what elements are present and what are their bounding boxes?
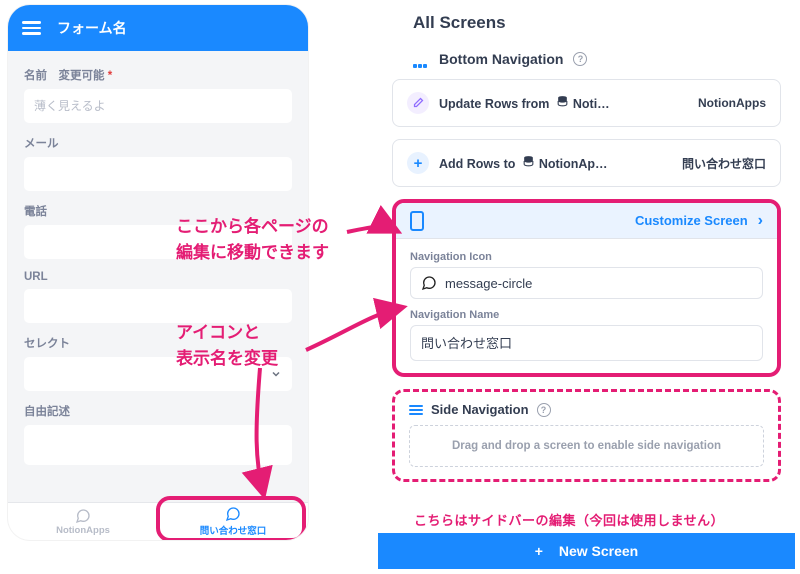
pencil-icon bbox=[407, 92, 429, 114]
mobile-preview-pane: フォーム名 名前 変更可能 * メール 電話 URL セレクト bbox=[8, 5, 308, 540]
annotation-text-1: ここから各ページの 編集に移動できます bbox=[176, 214, 329, 265]
nav-icon-input[interactable]: message-circle bbox=[410, 267, 763, 299]
mobile-title: フォーム名 bbox=[57, 18, 127, 38]
field-name: 名前 変更可能 * bbox=[24, 67, 292, 123]
label-name: 名前 変更可能 bbox=[24, 70, 105, 82]
all-screens-title: All Screens bbox=[413, 13, 795, 33]
label-freetext: 自由記述 bbox=[24, 403, 292, 419]
mail-input[interactable] bbox=[24, 157, 292, 191]
form-area: 名前 変更可能 * メール 電話 URL セレクト bbox=[8, 51, 308, 503]
section-bottom-navigation: Bottom Navigation ? bbox=[413, 51, 795, 67]
annotation-highlight-bottom-tab bbox=[156, 496, 306, 540]
message-circle-icon bbox=[75, 508, 91, 524]
database-icon bbox=[522, 155, 535, 168]
nav-icon-label: Navigation Icon bbox=[410, 251, 763, 263]
customize-screen-link[interactable]: Customize Screen › bbox=[396, 203, 777, 239]
freetext-input[interactable] bbox=[24, 425, 292, 465]
chevron-right-icon: › bbox=[758, 212, 763, 230]
nav-name-label: Navigation Name bbox=[410, 309, 763, 321]
annotation-text-2: アイコンと 表示名を変更 bbox=[176, 320, 278, 371]
required-mark: * bbox=[108, 70, 112, 82]
help-icon[interactable]: ? bbox=[537, 403, 551, 417]
annotation-sidebars-note: こちらはサイドバーの編集（今回は使用しません） bbox=[414, 510, 724, 529]
card-update-rows[interactable]: Update Rows from Noti… NotionApps bbox=[392, 79, 781, 127]
help-icon[interactable]: ? bbox=[573, 52, 587, 66]
database-icon bbox=[556, 95, 569, 108]
bottom-nav-dots-icon bbox=[413, 55, 429, 63]
label-mail: メール bbox=[24, 135, 292, 151]
card-add-rows[interactable]: + Add Rows to NotionAp… 問い合わせ窓口 bbox=[392, 139, 781, 187]
side-navigation-section: Side Navigation ? Drag and drop a screen… bbox=[392, 389, 781, 482]
mobile-header: フォーム名 bbox=[8, 5, 308, 51]
side-nav-dropzone[interactable]: Drag and drop a screen to enable side na… bbox=[409, 425, 764, 467]
new-screen-button[interactable]: + New Screen bbox=[378, 533, 795, 569]
active-screen-card: Customize Screen › Navigation Icon messa… bbox=[392, 199, 781, 377]
side-nav-menu-icon bbox=[409, 405, 423, 415]
right-pane: All Screens Bottom Navigation ? Update R… bbox=[378, 5, 795, 565]
name-input[interactable] bbox=[24, 89, 292, 123]
nav-tab-notionapps[interactable]: NotionApps bbox=[8, 503, 158, 540]
label-url: URL bbox=[24, 271, 292, 283]
nav-name-input[interactable]: 問い合わせ窓口 bbox=[410, 325, 763, 361]
phone-icon bbox=[410, 211, 424, 231]
plus-icon: + bbox=[407, 152, 429, 174]
field-freetext: 自由記述 bbox=[24, 403, 292, 470]
message-circle-icon bbox=[421, 275, 437, 291]
hamburger-icon[interactable] bbox=[22, 21, 41, 35]
field-url: URL bbox=[24, 271, 292, 323]
url-input[interactable] bbox=[24, 289, 292, 323]
plus-icon: + bbox=[535, 543, 543, 559]
field-mail: メール bbox=[24, 135, 292, 191]
